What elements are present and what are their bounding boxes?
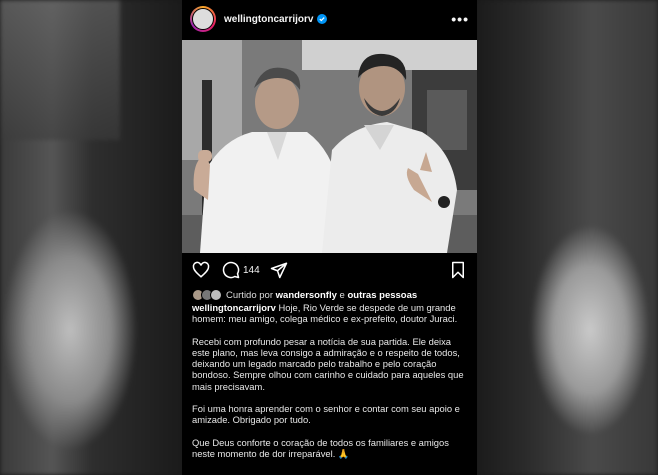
caption-paragraph: Foi uma honra aprender com o senhor e co…	[192, 403, 460, 426]
bookmark-icon[interactable]	[449, 261, 467, 279]
caption-username[interactable]: wellingtoncarrijorv	[192, 302, 276, 313]
verified-badge-icon	[317, 14, 328, 24]
post-photo[interactable]	[182, 40, 477, 253]
liked-by-user[interactable]: wandersonfly	[276, 290, 337, 301]
liker-avatars	[192, 289, 222, 301]
username[interactable]: wellingtoncarrijorv	[224, 14, 313, 25]
comment-count[interactable]: 144	[243, 265, 260, 276]
likes-summary[interactable]: Curtido por wandersonfly e outras pessoa…	[192, 289, 417, 301]
avatar-image	[192, 8, 214, 30]
caption-paragraph: Recebi com profundo pesar a notícia de s…	[192, 335, 464, 392]
liker-avatar	[210, 289, 222, 301]
post-caption: wellingtoncarrijorv Hoje, Rio Verde se d…	[192, 302, 470, 470]
share-icon[interactable]	[270, 261, 288, 279]
post-header: wellingtoncarrijorv •••	[182, 0, 477, 38]
post-actions: 144	[182, 259, 477, 281]
more-options-icon[interactable]: •••	[451, 11, 469, 27]
caption-paragraph: Que Deus conforte o coração de todos os …	[192, 436, 449, 459]
photo-illustration	[182, 40, 477, 253]
liked-by-and: e	[339, 289, 345, 301]
profile-avatar[interactable]	[190, 6, 216, 32]
liked-by-others[interactable]: outras pessoas	[347, 290, 417, 301]
comment-icon[interactable]	[222, 261, 240, 279]
liked-by-prefix: Curtido por	[226, 289, 273, 301]
caption-paragraph: wellingtoncarrijorv Hoje, Rio Verde se d…	[192, 302, 470, 325]
instagram-post: wellingtoncarrijorv ••• 144 Curtido por …	[182, 0, 477, 475]
heart-icon[interactable]	[192, 261, 210, 279]
